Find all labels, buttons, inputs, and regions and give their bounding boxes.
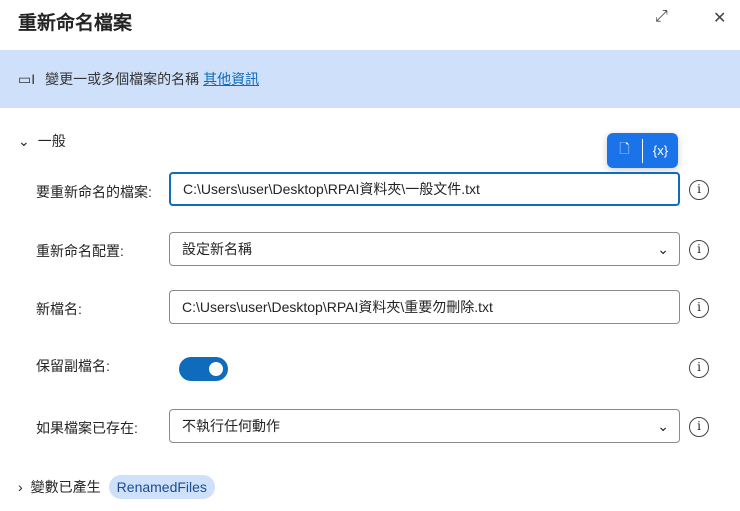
if-exists-label: 如果檔案已存在: [36,420,138,436]
file-value: C:\Users\user\Desktop\RPAI資料夾\一般文件.txt [183,181,480,197]
banner-text: 變更一或多個檔案的名稱 [45,71,200,87]
close-icon[interactable]: ✕ [713,8,726,28]
input-helper-popup: 🗋 {x} [607,133,678,168]
file-label: 要重新命名的檔案: [36,184,152,200]
if-exists-value: 不執行任何動作 [182,418,280,434]
expand-icon[interactable]: ⤢ [655,8,668,26]
info-icon[interactable]: i [689,180,709,200]
dialog-title: 重新命名檔案 [18,13,133,34]
chevron-down-icon: ⌄ [657,417,669,434]
section-variables[interactable]: › 變數已產生 RenamedFiles [18,475,215,499]
action-icon: ▭I [18,70,36,87]
more-info-link[interactable]: 其他資訊 [203,69,259,89]
section-label: 一般 [37,133,66,149]
info-icon[interactable]: i [689,358,709,378]
variable-chip[interactable]: RenamedFiles [108,475,215,499]
scheme-value: 設定新名稱 [182,241,252,257]
section-general[interactable]: ⌄ 一般 [18,131,66,151]
scheme-label: 重新命名配置: [36,243,124,259]
info-icon[interactable]: i [689,240,709,260]
chevron-right-icon: › [18,479,23,495]
new-name-input[interactable]: C:\Users\user\Desktop\RPAI資料夾\重要勿刪除.txt [169,290,680,324]
keep-extension-toggle[interactable] [179,357,228,381]
section-label: 變數已產生 [30,479,101,495]
keep-extension-label: 保留副檔名: [36,358,110,374]
file-picker-icon[interactable]: 🗋 [607,140,642,162]
variable-button[interactable]: {x} [643,143,678,158]
file-input[interactable]: C:\Users\user\Desktop\RPAI資料夾\一般文件.txt [169,172,680,206]
if-exists-select[interactable]: 不執行任何動作 ⌄ [169,409,680,443]
new-name-value: C:\Users\user\Desktop\RPAI資料夾\重要勿刪除.txt [182,299,493,315]
info-icon[interactable]: i [689,298,709,318]
new-name-label: 新檔名: [36,301,82,317]
info-banner: ▭I 變更一或多個檔案的名稱 其他資訊 [0,50,740,108]
chevron-down-icon: ⌄ [657,240,669,257]
scheme-select[interactable]: 設定新名稱 ⌄ [169,232,680,266]
info-icon[interactable]: i [689,417,709,437]
chevron-down-icon: ⌄ [18,132,30,149]
